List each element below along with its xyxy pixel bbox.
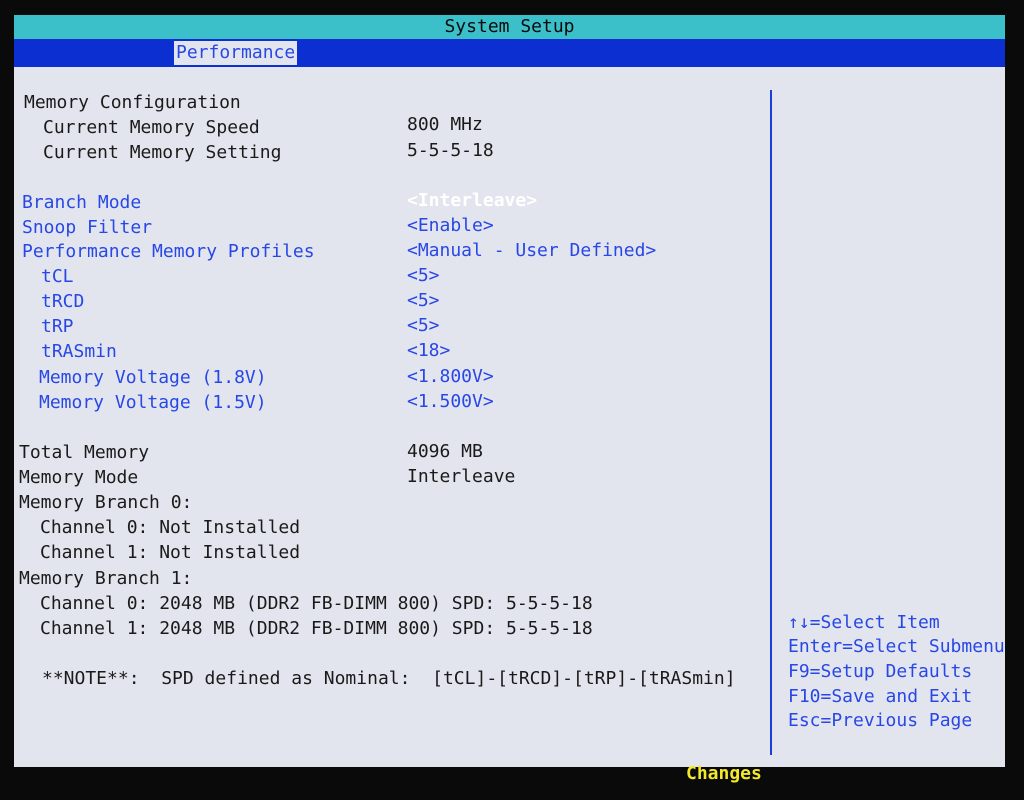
option-trasmin[interactable]: tRASmin <box>41 340 117 364</box>
option-memory-voltage-1-8v-value[interactable]: <1.800V> <box>407 365 494 389</box>
total-memory-label: Total Memory <box>19 442 150 463</box>
tab-performance[interactable]: Performance <box>174 41 298 65</box>
spd-note: **NOTE**: SPD defined as Nominal: [tCL]-… <box>42 668 736 689</box>
option-trp-value[interactable]: <5> <box>407 314 440 338</box>
changes-indicator: Changes <box>686 763 762 784</box>
option-trp[interactable]: tRP <box>41 315 74 339</box>
section-title: Memory Configuration <box>24 92 241 113</box>
help-select-submenu: Enter=Select Submenu <box>788 636 1005 657</box>
tab-bar: Performance <box>14 39 1005 67</box>
option-performance-memory-profiles-value[interactable]: <Manual - User Defined> <box>407 239 656 263</box>
help-select-item: ↑↓=Select Item <box>788 612 940 633</box>
memory-branch-1-label: Memory Branch 1: <box>19 568 193 589</box>
option-trasmin-value[interactable]: <18> <box>407 339 450 363</box>
help-setup-defaults: F9=Setup Defaults <box>788 661 973 682</box>
option-branch-mode[interactable]: Branch Mode <box>22 191 141 215</box>
current-memory-speed-label: Current Memory Speed <box>43 117 260 138</box>
option-trcd-value[interactable]: <5> <box>407 289 440 313</box>
option-trcd[interactable]: tRCD <box>41 290 84 314</box>
total-memory-value: 4096 MB <box>407 441 483 462</box>
option-branch-mode-value[interactable]: <Interleave> <box>407 189 537 213</box>
main-panel: Memory Configuration Current Memory Spee… <box>14 67 1005 767</box>
memory-branch-0-label: Memory Branch 0: <box>19 492 193 513</box>
help-previous-page: Esc=Previous Page <box>788 710 973 731</box>
memory-mode-value: Interleave <box>407 466 516 487</box>
option-snoop-filter-value[interactable]: <Enable> <box>407 214 494 238</box>
help-save-and-exit: F10=Save and Exit <box>788 686 973 707</box>
branch-0-channel-0: Channel 0: Not Installed <box>40 517 301 538</box>
window-title: System Setup <box>14 15 1005 39</box>
current-memory-speed-value: 800 MHz <box>407 114 483 135</box>
panel-divider <box>770 90 772 755</box>
option-memory-voltage-1-5v-value[interactable]: <1.500V> <box>407 390 494 414</box>
option-tcl-value[interactable]: <5> <box>407 264 440 288</box>
branch-1-channel-1: Channel 1: 2048 MB (DDR2 FB-DIMM 800) SP… <box>40 618 593 639</box>
option-snoop-filter[interactable]: Snoop Filter <box>22 216 152 240</box>
branch-1-channel-0: Channel 0: 2048 MB (DDR2 FB-DIMM 800) SP… <box>40 593 593 614</box>
branch-0-channel-1: Channel 1: Not Installed <box>40 542 301 563</box>
status-bar <box>0 767 1024 800</box>
option-memory-voltage-1-5v[interactable]: Memory Voltage (1.5V) <box>39 391 267 415</box>
option-tcl[interactable]: tCL <box>41 265 74 289</box>
memory-mode-label: Memory Mode <box>19 467 139 488</box>
option-memory-voltage-1-8v[interactable]: Memory Voltage (1.8V) <box>39 366 267 390</box>
current-memory-setting-value: 5-5-5-18 <box>407 140 494 161</box>
option-performance-memory-profiles[interactable]: Performance Memory Profiles <box>22 240 315 264</box>
bios-screen: System Setup Performance Memory Configur… <box>14 15 1005 767</box>
current-memory-setting-label: Current Memory Setting <box>43 142 282 163</box>
